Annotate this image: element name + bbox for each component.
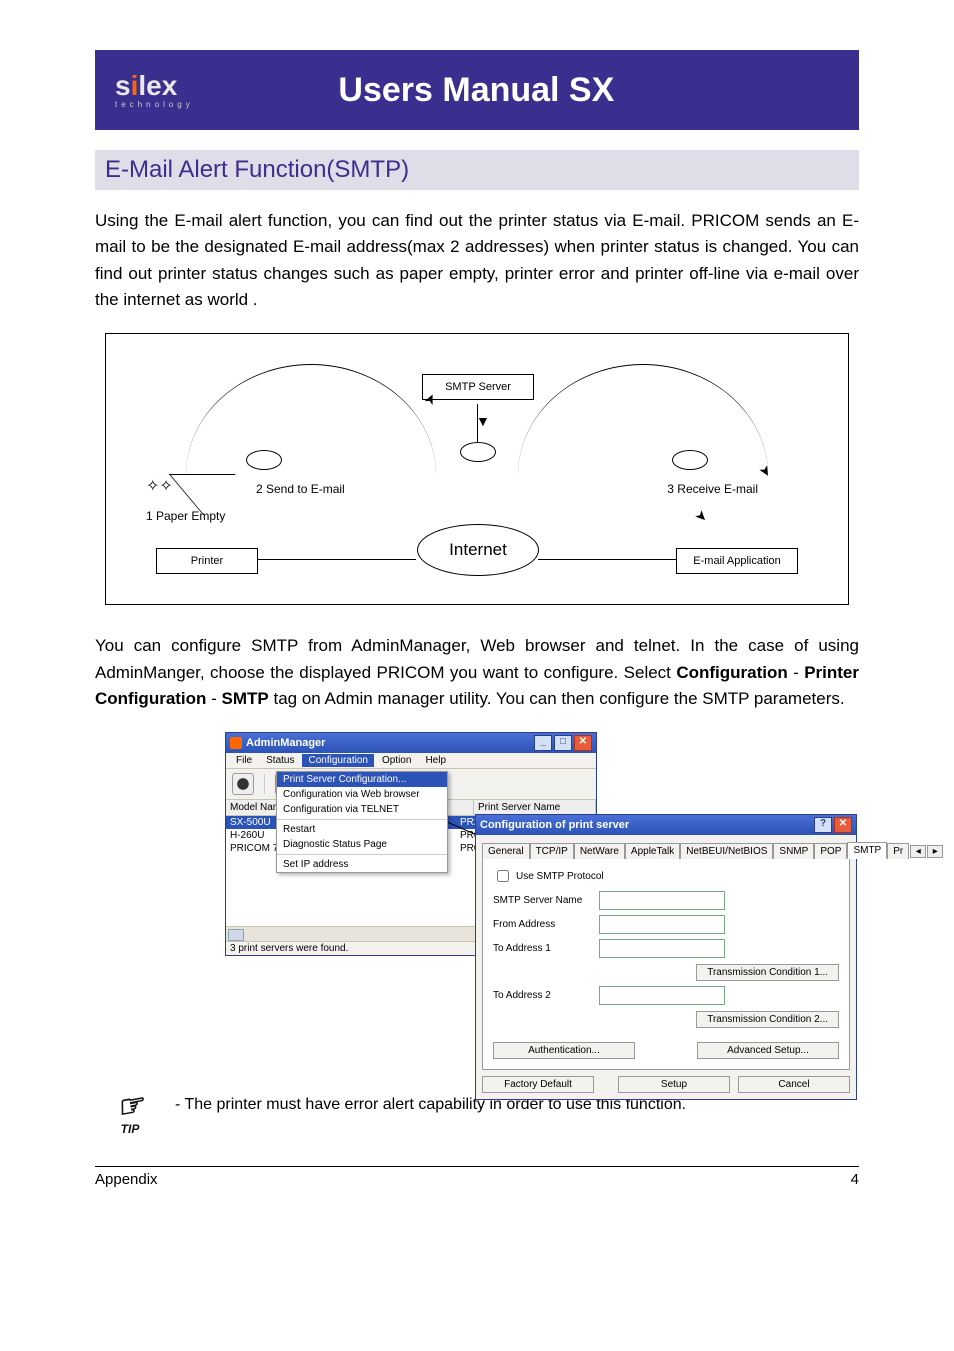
adminmanager-app-icon xyxy=(230,737,242,749)
email-app-node: E-mail Application xyxy=(676,548,798,574)
hand-icon: ☞ xyxy=(103,1088,157,1126)
tab-content: Use SMTP Protocol SMTP Server Name From … xyxy=(482,859,850,1070)
minimize-button[interactable]: _ xyxy=(534,735,552,751)
footer-right: 4 xyxy=(851,1171,859,1188)
dropdown-separator-1 xyxy=(277,819,447,820)
menubar: File Status Configuration Option Help xyxy=(226,753,596,769)
menu-option[interactable]: Option xyxy=(376,754,417,767)
smtp-server-name-input[interactable] xyxy=(599,891,725,910)
tab-tcpip[interactable]: TCP/IP xyxy=(530,843,574,859)
tab-snmp[interactable]: SNMP xyxy=(773,843,814,859)
logo-letter-s: s xyxy=(115,70,131,101)
smtp-diagram: SMTP Server ➤ ▼ ➤ 2 Send to E-mail 3 Rec… xyxy=(105,333,849,605)
logo-letters-lex: lex xyxy=(138,70,177,101)
config-window: Configuration of print server ? ✕ Genera… xyxy=(475,814,857,1100)
tab-scroll-right[interactable]: ▸ xyxy=(927,845,943,858)
use-smtp-label: Use SMTP Protocol xyxy=(516,871,604,882)
config-close-button[interactable]: ✕ xyxy=(834,817,852,833)
help-button[interactable]: ? xyxy=(814,817,832,833)
tab-general[interactable]: General xyxy=(482,843,530,859)
to-address-2-input[interactable] xyxy=(599,986,725,1005)
tab-scroll-left[interactable]: ◂ xyxy=(910,845,926,858)
line-printer-internet xyxy=(258,559,416,560)
intro-paragraph: Using the E-mail alert function, you can… xyxy=(95,208,859,313)
dropdown-separator-2 xyxy=(277,854,447,855)
setup-button[interactable]: Setup xyxy=(618,1076,730,1093)
send-email-label: 2 Send to E-mail xyxy=(256,482,345,496)
toolbar-separator xyxy=(264,774,265,794)
menu-help[interactable]: Help xyxy=(419,754,452,767)
receive-email-label: 3 Receive E-mail xyxy=(667,482,758,496)
left-arc xyxy=(186,364,436,475)
p2-e: - xyxy=(206,689,221,708)
transmission-condition-2-button[interactable]: Transmission Condition 2... xyxy=(696,1011,839,1028)
smtp-server-name-label: SMTP Server Name xyxy=(493,895,593,906)
line-internet-app xyxy=(538,559,696,560)
page-footer: Appendix 4 xyxy=(95,1166,859,1188)
factory-default-button[interactable]: Factory Default xyxy=(482,1076,594,1093)
cancel-button[interactable]: Cancel xyxy=(738,1076,850,1093)
adminmanager-title: AdminManager xyxy=(246,737,325,749)
manual-title: Users Manual SX xyxy=(194,71,759,110)
sprinkle-icon: ✧✧ xyxy=(146,476,173,496)
tab-appletalk[interactable]: AppleTalk xyxy=(625,843,680,859)
dropdown-config-telnet[interactable]: Configuration via TELNET xyxy=(277,802,447,817)
config-paragraph: You can configure SMTP from AdminManager… xyxy=(95,633,859,712)
printer-node: Printer xyxy=(156,548,258,574)
to-address-1-label: To Address 1 xyxy=(493,943,593,954)
configuration-dropdown: Print Server Configuration... Configurat… xyxy=(276,771,448,873)
tab-netbeui[interactable]: NetBEUI/NetBIOS xyxy=(680,843,773,859)
right-arc xyxy=(518,364,768,475)
config-titlebar[interactable]: Configuration of print server ? ✕ xyxy=(476,815,856,835)
from-address-label: From Address xyxy=(493,919,593,930)
p2-b: Configuration xyxy=(676,663,787,682)
internet-node: Internet xyxy=(417,524,539,576)
p2-g: tag on Admin manager utility. You can th… xyxy=(269,689,845,708)
menu-configuration[interactable]: Configuration xyxy=(302,754,373,767)
header-banner: silex technology Users Manual SX xyxy=(95,50,859,130)
use-smtp-checkbox-row: Use SMTP Protocol xyxy=(493,867,839,885)
tab-strip: General TCP/IP NetWare AppleTalk NetBEUI… xyxy=(482,841,850,859)
from-address-input[interactable] xyxy=(599,915,725,934)
vertical-line xyxy=(477,404,478,442)
arrowhead-down: ▼ xyxy=(476,414,490,428)
transmission-condition-1-button[interactable]: Transmission Condition 1... xyxy=(696,964,839,981)
center-cloud-icon xyxy=(460,442,496,462)
menu-file[interactable]: File xyxy=(230,754,258,767)
col-print-server-name[interactable]: Print Server Name xyxy=(474,800,596,815)
dropdown-config-web[interactable]: Configuration via Web browser xyxy=(277,787,447,802)
to-address-1-input[interactable] xyxy=(599,939,725,958)
to-address-2-label: To Address 2 xyxy=(493,990,593,1001)
close-button[interactable]: ✕ xyxy=(574,735,592,751)
advanced-setup-button[interactable]: Advanced Setup... xyxy=(697,1042,839,1059)
tab-pop[interactable]: POP xyxy=(814,843,847,859)
silex-logo: silex technology xyxy=(115,72,194,109)
use-smtp-checkbox[interactable] xyxy=(497,870,509,882)
section-heading: E-Mail Alert Function(SMTP) xyxy=(95,150,859,190)
tab-smtp[interactable]: SMTP xyxy=(847,842,887,859)
tab-pr[interactable]: Pr xyxy=(887,843,909,859)
authentication-button[interactable]: Authentication... xyxy=(493,1042,635,1059)
dropdown-set-ip[interactable]: Set IP address xyxy=(277,857,447,872)
adminmanager-titlebar[interactable]: AdminManager _ □ ✕ xyxy=(226,733,596,753)
dropdown-restart[interactable]: Restart xyxy=(277,822,447,837)
tip-icon-block: ☞ TIP xyxy=(105,1092,155,1136)
maximize-button[interactable]: □ xyxy=(554,735,572,751)
dropdown-print-server-config[interactable]: Print Server Configuration... xyxy=(277,772,447,787)
menu-status[interactable]: Status xyxy=(260,754,300,767)
status-left: 3 print servers were found. xyxy=(230,943,348,954)
p2-c: - xyxy=(788,663,804,682)
p2-f: SMTP xyxy=(222,689,269,708)
search-icon[interactable] xyxy=(232,773,254,795)
arrowhead-to-app: ➤ xyxy=(693,507,711,525)
dropdown-diag-status[interactable]: Diagnostic Status Page xyxy=(277,837,447,852)
config-title: Configuration of print server xyxy=(480,819,629,831)
logo-subtext: technology xyxy=(115,100,194,109)
tab-netware[interactable]: NetWare xyxy=(574,843,625,859)
footer-left: Appendix xyxy=(95,1171,158,1188)
screenshot-area: AdminManager _ □ ✕ File Status Configura… xyxy=(95,732,859,1072)
